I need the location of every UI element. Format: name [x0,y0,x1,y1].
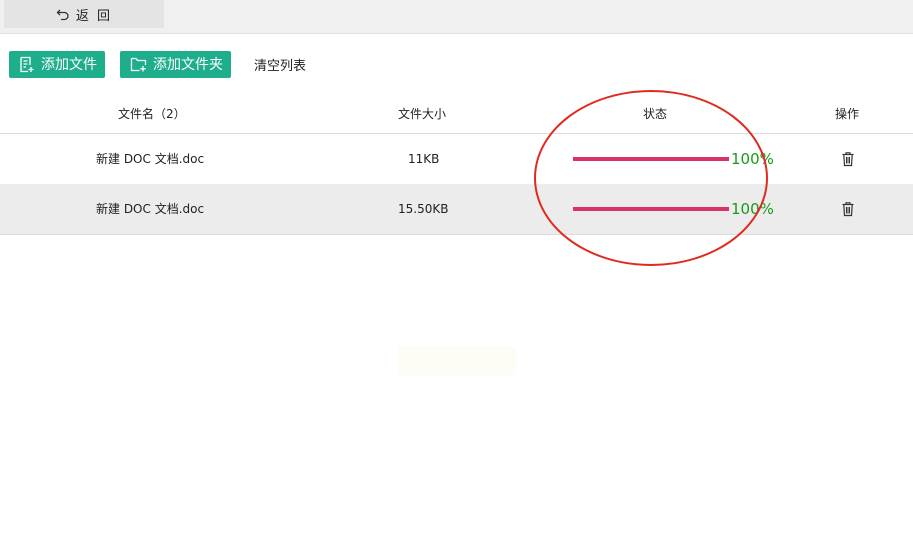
progress-bar [573,207,729,211]
file-name: 新建 DOC 文档.doc [96,202,205,216]
faded-overlay-placeholder [398,346,516,376]
add-file-button[interactable]: 添加文件 [9,50,105,78]
column-header-action: 操作 [835,107,860,121]
file-name: 新建 DOC 文档.doc [96,152,205,166]
file-size: 15.50KB [398,202,449,216]
column-header-size: 文件大小 [398,107,447,121]
folder-add-icon [130,57,147,72]
progress-percent: 100% [731,150,774,168]
trash-icon[interactable] [840,151,856,167]
progress-bar [573,157,729,161]
add-folder-label: 添加文件夹 [153,57,223,73]
progress-percent: 100% [731,200,774,218]
table-row: 新建 DOC 文档.doc 11KB 100% [0,134,913,185]
progress-fill [573,157,729,161]
clear-list-button[interactable]: 清空列表 [254,55,306,74]
back-arrow-icon [56,9,69,21]
trash-icon[interactable] [840,201,856,217]
add-file-label: 添加文件 [41,57,97,73]
add-folder-button[interactable]: 添加文件夹 [120,50,231,78]
progress-fill [573,207,729,211]
column-header-status: 状态 [643,107,668,121]
toolbar: 添加文件 添加文件夹 清空列表 [9,50,306,78]
file-size: 11KB [408,152,440,166]
table-header: 文件名（2） 文件大小 状态 操作 [0,98,913,134]
file-add-icon [20,56,34,72]
column-header-name: 文件名（2） [118,107,186,121]
table-row: 新建 DOC 文档.doc 15.50KB 100% [0,184,913,235]
back-button[interactable]: 返 回 [4,0,164,28]
top-bar: 返 回 [0,0,913,34]
back-label: 返 回 [75,8,113,24]
